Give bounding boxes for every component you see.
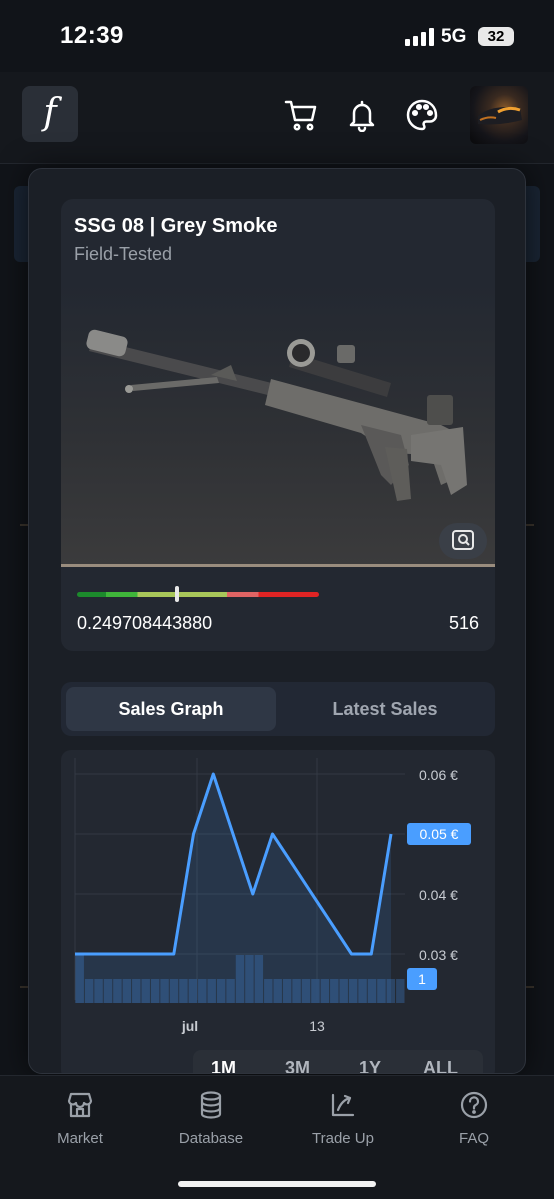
battery-icon: 32 [478,27,514,46]
trade-up-icon [331,1093,355,1117]
cart-icon[interactable] [284,98,318,132]
y-tick-label: 0.04 € [419,887,458,903]
x-tick-label: jul [181,1018,198,1034]
nav-label: Trade Up [312,1130,374,1147]
help-icon [460,1091,488,1119]
inspect-icon [452,530,474,550]
range-tabs: 1M 3M 1Y ALL [193,1050,483,1073]
series-area [75,774,391,1003]
status-bar: 12:39 5G 32 [0,0,554,72]
bell-icon[interactable] [345,98,379,132]
database-icon [200,1091,222,1119]
network-label: 5G [441,26,467,47]
pattern-value: 516 [448,613,479,633]
y-tick-label: 0.03 € [419,947,458,963]
tab-latest-sales[interactable]: Latest Sales [280,687,490,731]
item-modal: SSG 08 | Grey Smoke Field-Tested 0.24970… [28,168,526,1074]
logo-button[interactable]: f [22,86,78,142]
tab-sales-graph[interactable]: Sales Graph [66,687,276,731]
nav-database[interactable]: Database [151,1090,271,1147]
current-volume-label: 1 [418,971,426,987]
nav-label: FAQ [458,1130,489,1147]
range-tab-3m[interactable]: 3M [285,1058,310,1073]
tabs: Sales Graph Latest Sales [61,682,495,736]
volume-bar [396,979,405,1003]
range-tab-all[interactable]: ALL [423,1058,458,1073]
range-tab-1y[interactable]: 1Y [359,1058,381,1073]
status-time: 12:39 [60,22,124,49]
store-icon [67,1092,93,1118]
nav-trade-up[interactable]: Trade Up [283,1090,403,1147]
nav-market[interactable]: Market [20,1090,140,1147]
item-wear: Field-Tested [74,244,173,264]
x-tick-label: 13 [309,1018,325,1034]
range-tab-1m[interactable]: 1M [211,1058,236,1073]
inspect-button[interactable] [439,523,487,559]
nav-label: Market [57,1130,103,1147]
float-value: 0.249708443880 [77,613,213,633]
item-card: SSG 08 | Grey Smoke Field-Tested 0.24970… [61,199,495,651]
nav-faq[interactable]: FAQ [414,1090,534,1147]
float-bar [77,592,319,597]
nav-label: Database [178,1130,244,1147]
chart-svg: 0.06 € 0.04 € 0.03 € 0.05 € 1 jul 13 [74,758,471,1034]
home-indicator [178,1181,376,1187]
sales-chart: 0.06 € 0.04 € 0.03 € 0.05 € 1 jul 13 1M 3M 1Y … [61,750,495,1073]
item-name: SSG 08 | Grey Smoke [74,215,278,237]
y-tick-label: 0.06 € [419,767,458,783]
avatar[interactable] [470,86,528,144]
float-marker [175,586,180,602]
signal-icon [405,28,434,46]
palette-icon[interactable] [405,98,439,132]
app-header: f [0,72,554,164]
current-price-label: 0.05 € [420,826,459,842]
rifle-image [86,329,467,501]
item-image [61,285,495,567]
